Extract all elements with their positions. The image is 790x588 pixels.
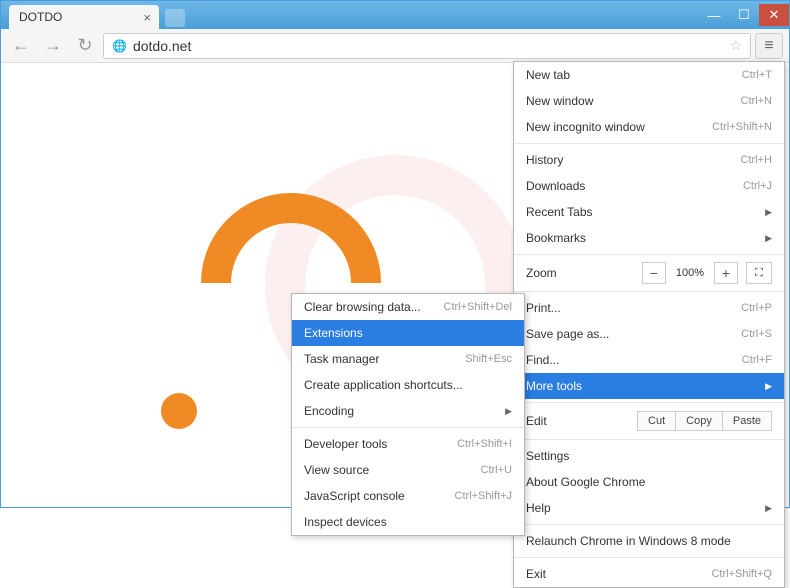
- forward-button[interactable]: →: [39, 32, 67, 60]
- menu-edit-row: Edit Cut Copy Paste: [514, 406, 784, 436]
- submenu-extensions[interactable]: Extensions: [292, 320, 524, 346]
- chevron-right-icon: ▶: [505, 406, 512, 417]
- submenu-inspect-devices[interactable]: Inspect devices: [292, 509, 524, 535]
- menu-separator: [514, 439, 784, 440]
- menu-zoom-row: Zoom − 100% + ⛶: [514, 258, 784, 288]
- chevron-right-icon: ▶: [765, 233, 772, 244]
- reload-button[interactable]: ↻: [71, 32, 99, 60]
- toolbar: ← → ↻ 🌐 dotdo.net ☆ ≡: [1, 29, 789, 63]
- copy-button[interactable]: Copy: [676, 411, 723, 431]
- menu-separator: [514, 557, 784, 558]
- menu-help[interactable]: Help▶: [514, 495, 784, 521]
- menu-new-window[interactable]: New windowCtrl+N: [514, 88, 784, 114]
- fullscreen-button[interactable]: ⛶: [746, 262, 772, 284]
- chrome-main-menu: New tabCtrl+T New windowCtrl+N New incog…: [513, 61, 785, 588]
- menu-recent-tabs[interactable]: Recent Tabs▶: [514, 199, 784, 225]
- paste-button[interactable]: Paste: [723, 411, 772, 431]
- menu-more-tools[interactable]: More tools▶: [514, 373, 784, 399]
- menu-new-incognito[interactable]: New incognito windowCtrl+Shift+N: [514, 114, 784, 140]
- bookmark-star-icon[interactable]: ☆: [729, 37, 742, 54]
- menu-new-tab[interactable]: New tabCtrl+T: [514, 62, 784, 88]
- submenu-view-source[interactable]: View sourceCtrl+U: [292, 457, 524, 483]
- site-icon: 🌐: [112, 39, 127, 53]
- menu-save-as[interactable]: Save page as...Ctrl+S: [514, 321, 784, 347]
- submenu-app-shortcuts[interactable]: Create application shortcuts...: [292, 372, 524, 398]
- menu-separator: [514, 143, 784, 144]
- address-bar[interactable]: 🌐 dotdo.net ☆: [103, 33, 751, 59]
- menu-button[interactable]: ≡: [755, 33, 783, 59]
- zoom-label: Zoom: [526, 266, 642, 280]
- menu-separator: [514, 402, 784, 403]
- tab-close-icon[interactable]: ×: [143, 10, 151, 25]
- new-tab-button[interactable]: [165, 9, 185, 27]
- submenu-js-console[interactable]: JavaScript consoleCtrl+Shift+J: [292, 483, 524, 509]
- submenu-dev-tools[interactable]: Developer toolsCtrl+Shift+I: [292, 431, 524, 457]
- chevron-right-icon: ▶: [765, 503, 772, 514]
- menu-history[interactable]: HistoryCtrl+H: [514, 147, 784, 173]
- titlebar: DOTDO × — ☐ ✕: [1, 1, 789, 29]
- tab-title: DOTDO: [19, 10, 62, 24]
- menu-settings[interactable]: Settings: [514, 443, 784, 469]
- url-text: dotdo.net: [133, 38, 729, 54]
- menu-find[interactable]: Find...Ctrl+F: [514, 347, 784, 373]
- chevron-right-icon: ▶: [765, 207, 772, 218]
- menu-downloads[interactable]: DownloadsCtrl+J: [514, 173, 784, 199]
- cut-button[interactable]: Cut: [637, 411, 676, 431]
- menu-separator: [292, 427, 524, 428]
- zoom-value: 100%: [666, 267, 714, 279]
- submenu-clear-data[interactable]: Clear browsing data...Ctrl+Shift+Del: [292, 294, 524, 320]
- menu-separator: [514, 254, 784, 255]
- menu-relaunch[interactable]: Relaunch Chrome in Windows 8 mode: [514, 528, 784, 554]
- menu-separator: [514, 524, 784, 525]
- menu-separator: [514, 291, 784, 292]
- submenu-encoding[interactable]: Encoding▶: [292, 398, 524, 424]
- minimize-button[interactable]: —: [699, 4, 729, 26]
- menu-exit[interactable]: ExitCtrl+Shift+Q: [514, 561, 784, 587]
- zoom-in-button[interactable]: +: [714, 262, 738, 284]
- browser-window: DOTDO × — ☐ ✕ ← → ↻ 🌐 dotdo.net ☆ ≡ New …: [0, 0, 790, 508]
- menu-print[interactable]: Print...Ctrl+P: [514, 295, 784, 321]
- more-tools-submenu: Clear browsing data...Ctrl+Shift+Del Ext…: [291, 293, 525, 536]
- edit-label: Edit: [526, 414, 596, 428]
- close-button[interactable]: ✕: [759, 4, 789, 26]
- menu-about[interactable]: About Google Chrome: [514, 469, 784, 495]
- chevron-right-icon: ▶: [765, 381, 772, 392]
- zoom-out-button[interactable]: −: [642, 262, 666, 284]
- back-button[interactable]: ←: [7, 32, 35, 60]
- menu-bookmarks[interactable]: Bookmarks▶: [514, 225, 784, 251]
- window-controls: — ☐ ✕: [699, 4, 789, 26]
- submenu-task-manager[interactable]: Task managerShift+Esc: [292, 346, 524, 372]
- browser-tab[interactable]: DOTDO ×: [9, 5, 159, 29]
- maximize-button[interactable]: ☐: [729, 4, 759, 26]
